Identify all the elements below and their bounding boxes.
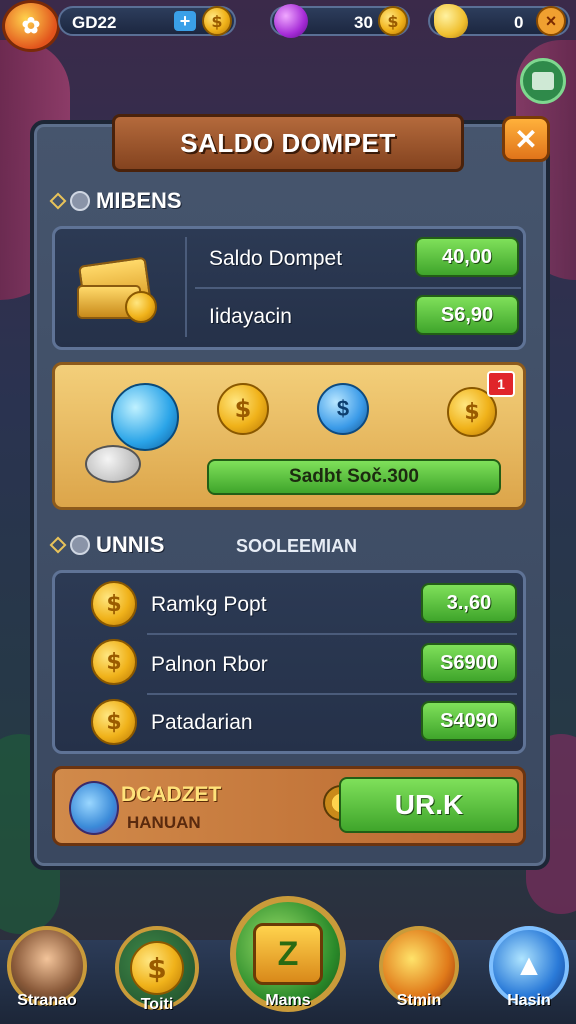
- list-item-label: Ramkg Popt: [151, 593, 267, 616]
- nav-item-stranao[interactable]: Stranao: [4, 926, 90, 1010]
- balance-row-value[interactable]: 40,00: [415, 237, 519, 277]
- secondary-row-value[interactable]: S6,90: [415, 295, 519, 335]
- section-2-label: UNNIS: [96, 532, 165, 557]
- info-icon: [70, 535, 90, 555]
- info-icon: [70, 191, 90, 211]
- gem-value: 30: [354, 13, 373, 32]
- coin-icon: $: [91, 639, 137, 685]
- bottom-nav: Stranao $ Toiti Z Mams Stmin ▲ Hasin: [0, 896, 576, 1024]
- gold-value: GD22: [72, 13, 117, 32]
- action-title: DCADZET: [121, 783, 222, 806]
- stand-icon: [85, 445, 141, 483]
- coin-icon: $: [91, 581, 137, 627]
- list-item-value[interactable]: S6900: [421, 643, 517, 683]
- list-item-label: Palnon Rbor: [151, 653, 268, 676]
- crystal-icon: [111, 383, 179, 451]
- balance-box: Saldo Dompet 40,00 Iidayacin S6,90: [52, 226, 526, 350]
- nav-item-hasin[interactable]: ▲ Hasin: [486, 926, 572, 1010]
- transaction-list: $ Ramkg Popt 3.,60 $ Palnon Rbor S6900 $…: [52, 570, 526, 754]
- diamond-icon: [49, 192, 67, 210]
- coin-stack-icon: [77, 251, 157, 325]
- notification-badge: 1: [487, 371, 515, 397]
- nav-label: Mams: [265, 992, 311, 1009]
- section-1-header: MIBENS: [49, 188, 182, 214]
- coin-icon: $: [91, 699, 137, 745]
- nav-item-toiti[interactable]: $ Toiti: [112, 926, 202, 1014]
- coin-icon: $: [202, 6, 232, 36]
- panel-title: SALDO DOMPET: [180, 127, 396, 158]
- section-2-header: UNNIS: [49, 532, 165, 558]
- section-1-label: MIBENS: [96, 188, 182, 213]
- panel-close-button[interactable]: ✕: [502, 116, 550, 162]
- ticket-counter: 0 ×: [428, 4, 570, 38]
- panel-title-banner: SALDO DOMPET: [112, 114, 464, 172]
- ticket-value: 0: [514, 13, 524, 32]
- confirm-button[interactable]: UR.K: [339, 777, 519, 833]
- map-button[interactable]: [520, 58, 566, 104]
- list-item-label: Patadarian: [151, 711, 253, 734]
- nav-label: Toiti: [140, 996, 174, 1013]
- promo-box: $ $ $ 1 Sadbt Soč.300: [52, 362, 526, 510]
- row-divider: [195, 287, 521, 289]
- vertical-divider: [185, 237, 187, 337]
- gold-counter: GD22 + $: [58, 6, 236, 36]
- row-divider: [147, 693, 517, 695]
- gold-nugget-icon: [434, 4, 468, 38]
- list-item-value[interactable]: S4090: [421, 701, 517, 741]
- secondary-row-label: Iidayacin: [209, 305, 292, 328]
- nav-label: Stmin: [396, 992, 442, 1009]
- gem-counter: 30 $: [270, 4, 410, 38]
- action-bar: DCADZET HANUAN UR.K: [52, 766, 526, 846]
- mascot-icon: [69, 781, 119, 835]
- coin-icon: $: [217, 383, 269, 435]
- map-icon: [532, 72, 554, 90]
- nav-item-stmin[interactable]: Stmin: [376, 926, 462, 1010]
- close-icon[interactable]: ×: [536, 6, 566, 36]
- profile-icon[interactable]: ✿: [2, 0, 60, 52]
- gem-icon: [274, 4, 308, 38]
- nav-label: Stranao: [17, 992, 77, 1009]
- coin-icon: $: [378, 6, 408, 36]
- action-subtitle: HANUAN: [127, 813, 201, 832]
- add-gold-button[interactable]: +: [174, 11, 196, 31]
- nav-item-mams[interactable]: Z Mams: [228, 896, 348, 1012]
- diamond-icon: [49, 536, 67, 554]
- top-bar: ✿ GD22 + $ 30 $ 0 ×: [0, 0, 576, 104]
- promo-bar[interactable]: Sadbt Soč.300: [207, 459, 501, 495]
- row-divider: [147, 633, 517, 635]
- blue-coin-icon: $: [317, 383, 369, 435]
- balance-row-label: Saldo Dompet: [209, 247, 343, 270]
- nav-label: Hasin: [507, 992, 551, 1009]
- list-item-value[interactable]: 3.,60: [421, 583, 517, 623]
- section-2-sublabel: SOOLEEMIAN: [236, 536, 358, 556]
